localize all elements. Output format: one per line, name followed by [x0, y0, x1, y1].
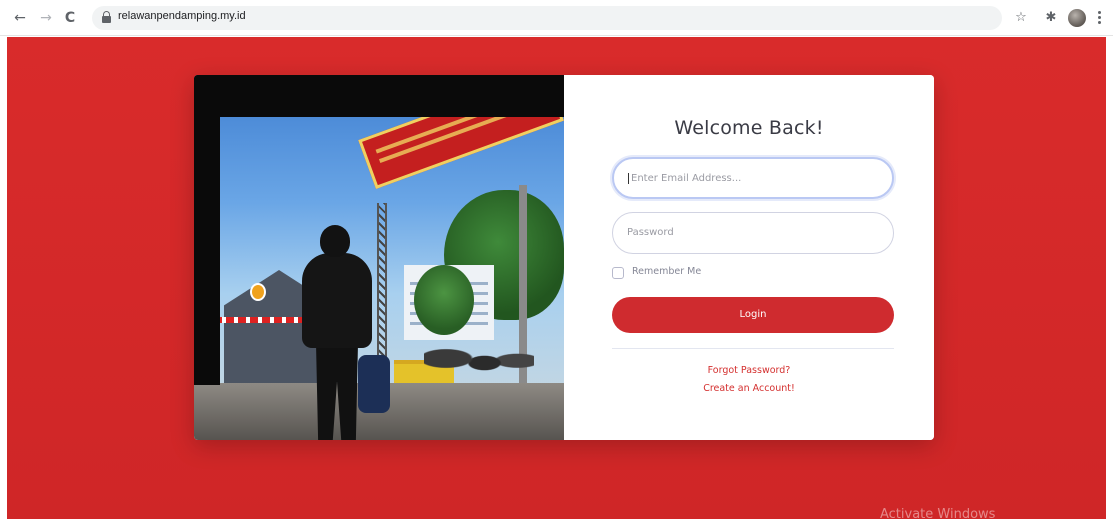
login-card: Welcome Back! Enter Email Address... Pas…: [194, 75, 934, 440]
menu-icon[interactable]: [1096, 9, 1102, 27]
page-title: Welcome Back!: [674, 117, 824, 139]
divider: [612, 348, 894, 349]
profile-avatar[interactable]: [1068, 9, 1086, 27]
lock-icon: [102, 11, 111, 23]
remember-checkbox[interactable]: [612, 267, 624, 279]
address-bar[interactable]: relawanpendamping.my.id: [92, 6, 1002, 30]
remember-label: Remember Me: [632, 266, 702, 277]
url-text: relawanpendamping.my.id: [118, 10, 246, 22]
activate-windows-watermark: Activate Windows: [880, 507, 996, 519]
forward-icon[interactable]: →: [36, 8, 56, 28]
page-background: Welcome Back! Enter Email Address... Pas…: [7, 37, 1106, 519]
star-icon[interactable]: ☆: [1012, 9, 1030, 27]
hero-photo: [194, 75, 564, 440]
password-placeholder: Password: [627, 227, 674, 238]
create-account-link[interactable]: Create an Account!: [564, 383, 934, 394]
login-button[interactable]: Login: [612, 297, 894, 333]
reload-icon[interactable]: C: [60, 8, 80, 28]
back-icon[interactable]: ←: [10, 8, 30, 28]
forgot-password-link[interactable]: Forgot Password?: [564, 365, 934, 376]
password-field[interactable]: Password: [612, 212, 894, 254]
browser-toolbar: ← → C relawanpendamping.my.id ☆ ✱: [0, 0, 1113, 36]
login-form: Welcome Back! Enter Email Address... Pas…: [564, 75, 934, 440]
extensions-icon[interactable]: ✱: [1042, 9, 1060, 27]
email-field[interactable]: Enter Email Address...: [612, 157, 894, 199]
email-placeholder: Enter Email Address...: [631, 173, 742, 184]
